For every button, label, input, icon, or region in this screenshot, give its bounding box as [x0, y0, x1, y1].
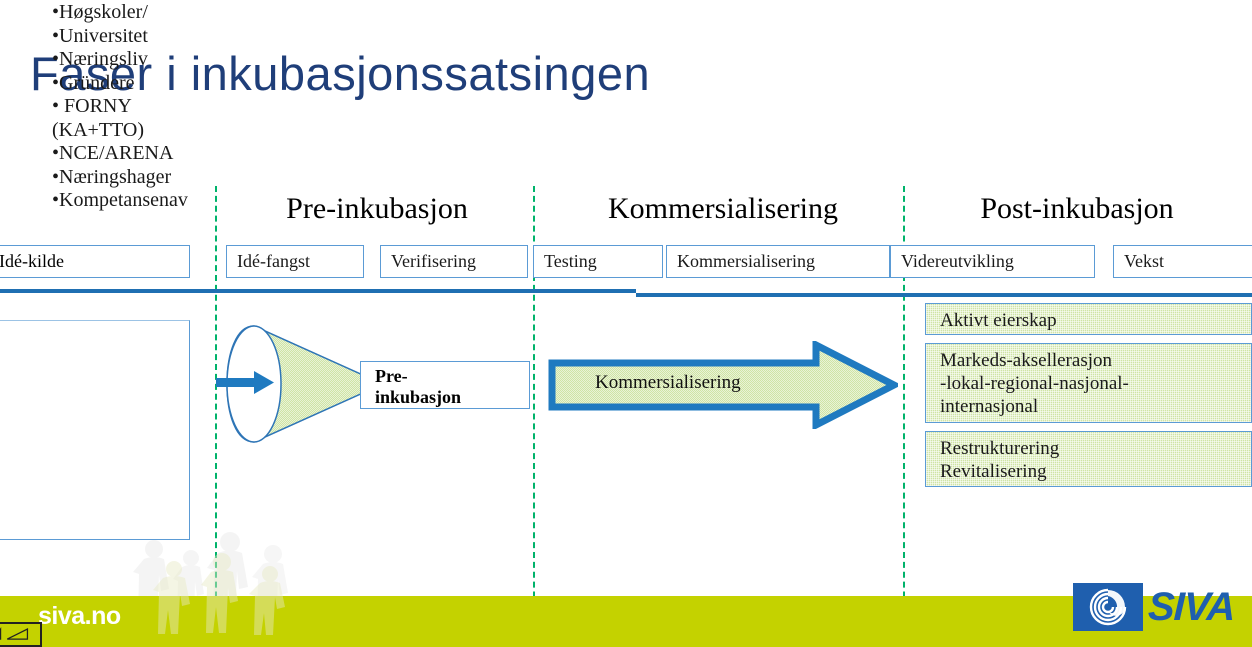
source-list: •Høgskoler/ •Universitet •Næringsliv •Gr… — [52, 1, 188, 213]
post-box-restrukturering[interactable]: Restrukturering Revitalisering — [925, 431, 1252, 487]
person-silhouette-icon — [249, 566, 285, 635]
stage-label: Idé-fangst — [237, 251, 310, 271]
post-box-line: Markeds-aksellerasjon — [940, 350, 1112, 371]
source-header-box: Idé-kilde — [0, 245, 190, 278]
phase-header-post-inkubasjon: Post-inkubasjon — [980, 192, 1174, 225]
slide-canvas: Faser i inkubasjonssatsingen Pre-inkubas… — [0, 0, 1252, 647]
post-box-line: Restrukturering — [940, 438, 1060, 459]
siva-logo-mark — [1073, 583, 1143, 631]
stage-box-videreutvikling[interactable]: Videreutvikling — [890, 245, 1095, 278]
stage-underline-left — [0, 289, 636, 293]
stage-underline-right — [636, 293, 1252, 297]
siva-spiral-icon — [1089, 588, 1127, 626]
post-box-line: -lokal-regional-nasjonal- — [940, 373, 1129, 394]
stage-box-ide-fangst[interactable]: Idé-fangst — [226, 245, 364, 278]
list-item: •Næringsliv — [52, 48, 148, 70]
list-item: •Gründere — [52, 71, 135, 94]
stage-box-kommersialisering[interactable]: Kommersialisering — [666, 245, 890, 278]
list-item: •Universitet — [52, 24, 148, 47]
source-header-label: Idé-kilde — [0, 251, 64, 271]
post-box-aktivt-eierskap[interactable]: Aktivt eierskap — [925, 303, 1252, 335]
siva-logo: SIVA — [1073, 583, 1248, 633]
list-item: • FORNY — [52, 95, 132, 117]
stage-label: Testing — [544, 251, 597, 271]
post-box-line: internasjonal — [940, 396, 1039, 417]
pre-inkubasjon-box[interactable]: Pre- inkubasjon — [360, 361, 530, 409]
pre-inkubasjon-label-line1: Pre- — [375, 366, 408, 386]
post-box-line: Revitalisering — [940, 461, 1047, 482]
list-item: •Kompetansenav — [52, 189, 188, 211]
stage-box-vekst[interactable]: Vekst — [1113, 245, 1252, 278]
corner-widget[interactable] — [0, 622, 42, 647]
source-list-box — [0, 320, 190, 540]
list-item: (KA+TTO) — [52, 118, 145, 141]
triangle-shapes-icon — [0, 626, 29, 640]
list-item: •Høgskoler/ — [52, 1, 148, 23]
list-item: •Næringshager — [52, 165, 172, 188]
pre-inkubasjon-label-line2: inkubasjon — [375, 387, 462, 407]
kommersialisering-arrow-label: Kommersialisering — [595, 372, 741, 393]
footer-site-label[interactable]: siva.no — [38, 602, 121, 631]
stage-box-verifisering[interactable]: Verifisering — [380, 245, 528, 278]
siva-logo-wordmark: SIVA — [1147, 585, 1236, 629]
post-box-line: Aktivt eierskap — [940, 310, 1057, 331]
stage-label: Kommersialisering — [677, 251, 815, 271]
person-silhouette-icon — [201, 553, 238, 633]
phase-header-kommersialisering: Kommersialisering — [608, 192, 838, 225]
stage-label: Vekst — [1124, 251, 1164, 271]
list-item: •NCE/ARENA — [52, 142, 174, 164]
post-box-markeds-aksellerasjon[interactable]: Markeds-aksellerasjon -lokal-regional-na… — [925, 343, 1252, 423]
stage-label: Verifisering — [391, 251, 476, 271]
inflow-arrow-icon — [216, 371, 274, 394]
stage-box-testing[interactable]: Testing — [533, 245, 663, 278]
phase-header-pre-inkubasjon: Pre-inkubasjon — [286, 192, 468, 225]
stage-label: Videreutvikling — [901, 251, 1014, 271]
